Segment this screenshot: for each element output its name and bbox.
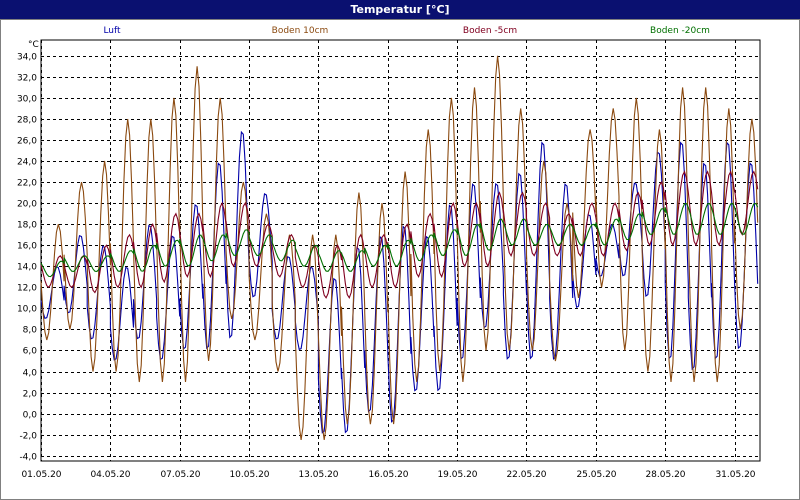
series-line-1 bbox=[40, 55, 759, 440]
x-tick-label: 16.05.20 bbox=[368, 470, 408, 480]
y-tick-label: 2,0 bbox=[23, 390, 38, 400]
legend-item-0: Luft bbox=[103, 26, 121, 36]
y-tick-label: 20,0 bbox=[17, 200, 37, 210]
y-axis-unit-label: °C bbox=[28, 40, 39, 50]
series-group bbox=[40, 55, 759, 440]
y-tick-label: 28,0 bbox=[17, 116, 37, 126]
y-tick-label: 26,0 bbox=[17, 137, 37, 147]
y-tick-label: 34,0 bbox=[17, 53, 37, 63]
legend-item-2: Boden -5cm bbox=[463, 26, 517, 36]
x-tick-label: 19.05.20 bbox=[437, 470, 477, 480]
y-tick-label: 24,0 bbox=[17, 158, 37, 168]
x-tick-label: 31.05.20 bbox=[715, 470, 755, 480]
temperature-chart: -4,0 -2,0 0,0 2,0 4,0 6,0 8,0 10,0 12,0 14,0 16,0 1… bbox=[17, 26, 761, 480]
y-tick-label: -4,0 bbox=[19, 453, 37, 463]
y-tick-label: -2,0 bbox=[19, 432, 37, 442]
x-tick-label: 04.05.20 bbox=[90, 470, 130, 480]
x-tick-label: 10.05.20 bbox=[229, 470, 269, 480]
y-tick-label: 4,0 bbox=[23, 369, 38, 379]
x-axis: 01.05.20 04.05.20 07.05.20 10.05.20 13.05.20… bbox=[21, 470, 755, 480]
legend-item-3: Boden -20cm bbox=[650, 26, 710, 36]
x-tick-label: 13.05.20 bbox=[298, 470, 338, 480]
y-tick-label: 0,0 bbox=[23, 411, 38, 421]
y-tick-label: 6,0 bbox=[23, 347, 38, 357]
y-tick-label: 16,0 bbox=[17, 242, 37, 252]
x-tick-label: 01.05.20 bbox=[21, 470, 61, 480]
y-tick-label: 22,0 bbox=[17, 179, 37, 189]
x-tick-label: 28.05.20 bbox=[645, 470, 685, 480]
y-tick-label: 18,0 bbox=[17, 221, 37, 231]
y-tick-label: 32,0 bbox=[17, 74, 37, 84]
legend-item-1: Boden 10cm bbox=[272, 26, 329, 36]
legend: Luft Boden 10cm Boden -5cm Boden -20cm bbox=[103, 26, 710, 36]
y-tick-label: 8,0 bbox=[23, 326, 38, 336]
x-tick-label: 25.05.20 bbox=[576, 470, 616, 480]
y-tick-label: 14,0 bbox=[17, 263, 37, 273]
y-tick-label: 30,0 bbox=[17, 95, 37, 105]
x-tick-label: 07.05.20 bbox=[160, 470, 200, 480]
x-tick-label: 22.05.20 bbox=[506, 470, 546, 480]
y-tick-label: 10,0 bbox=[17, 305, 37, 315]
y-tick-label: 12,0 bbox=[17, 284, 37, 294]
y-axis: -4,0 -2,0 0,0 2,0 4,0 6,0 8,0 10,0 12,0 14,0 16,0 1… bbox=[17, 53, 37, 463]
